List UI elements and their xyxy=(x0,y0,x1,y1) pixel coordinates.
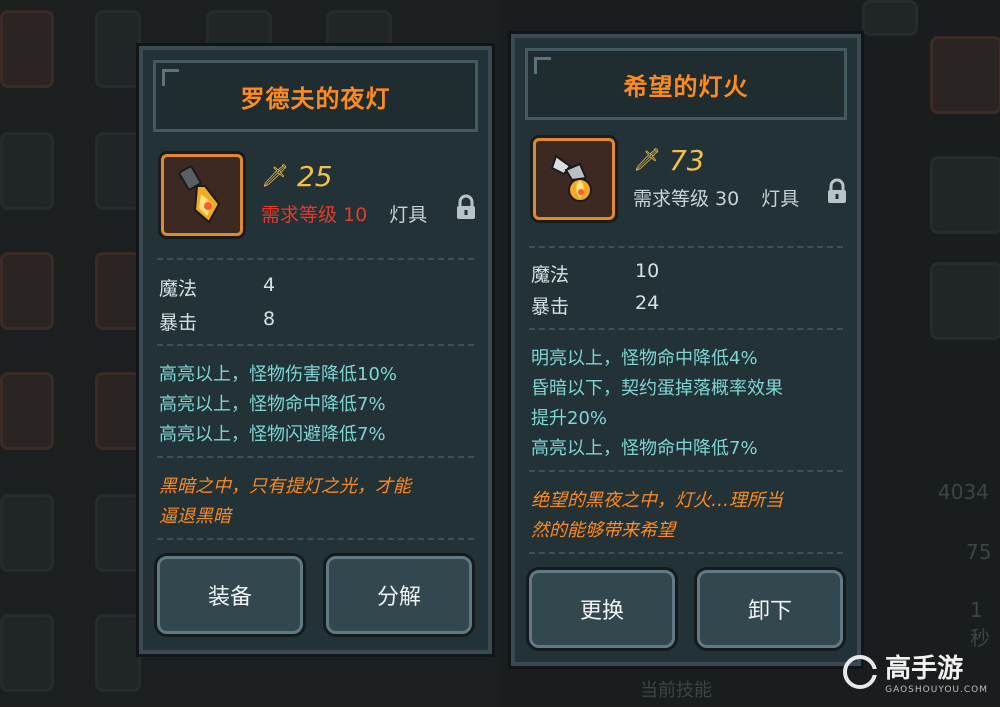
item-title: 希望的灯火 xyxy=(623,72,749,101)
stat-value: 24 xyxy=(635,292,660,314)
background-slot xyxy=(95,132,141,210)
effect-line: 高亮以上，怪物伤害降低10% xyxy=(159,364,398,385)
watermark-name: 高手游 xyxy=(885,654,964,684)
equip-button[interactable]: 装备 xyxy=(157,556,303,634)
attack-value: 25 xyxy=(296,160,333,193)
background-slot xyxy=(0,614,54,692)
sword-icon: 🗡 xyxy=(261,164,289,189)
attack-row: 🗡 25 xyxy=(261,160,333,193)
watermark-logo xyxy=(843,654,878,689)
background-slot xyxy=(930,262,1000,340)
background-label: 当前技能 xyxy=(640,680,712,701)
divider xyxy=(157,344,474,346)
background-slot xyxy=(930,156,1000,234)
replace-button[interactable]: 更换 xyxy=(529,570,675,648)
background-slot xyxy=(0,252,54,330)
stat-row: 暴击 24 xyxy=(531,292,659,319)
background-value: 75 xyxy=(966,540,992,564)
sword-icon: 🗡 xyxy=(633,148,661,173)
item-category: 灯具 xyxy=(761,188,800,210)
effect-line: 高亮以上，怪物命中降低7% xyxy=(531,438,758,459)
background-slot xyxy=(0,132,54,210)
flavor-text: 逼退黑暗 xyxy=(159,506,231,527)
background-slot xyxy=(95,10,141,88)
watermark-url: GAOSHOUYOU.COM xyxy=(885,685,988,695)
panel-header: 罗德夫的夜灯 xyxy=(153,60,478,132)
stat-name: 暴击 xyxy=(159,312,198,334)
background-slot xyxy=(0,372,54,450)
divider xyxy=(529,470,843,472)
hope-lamp-icon xyxy=(550,154,592,202)
background-slot xyxy=(95,614,141,692)
panel-header: 希望的灯火 xyxy=(525,48,847,120)
lock-icon[interactable] xyxy=(456,194,476,220)
stat-name: 魔法 xyxy=(531,264,570,286)
background-slot xyxy=(95,494,141,572)
item-category: 灯具 xyxy=(389,204,428,226)
effect-line: 昏暗以下，契约蛋掉落概率效果 xyxy=(531,378,783,399)
divider xyxy=(529,552,843,554)
watermark-text: 高手游 GAOSHOUYOU.COM xyxy=(885,648,988,695)
divider xyxy=(157,456,474,458)
background-slot xyxy=(0,10,54,88)
divider xyxy=(529,328,843,330)
lock-icon[interactable] xyxy=(827,178,847,204)
divider xyxy=(157,258,474,260)
flavor-text: 然的能够带来希望 xyxy=(531,520,675,541)
stat-row: 暴击 8 xyxy=(159,308,275,335)
flavor-text: 绝望的黑夜之中，灯火…理所当 xyxy=(531,490,783,511)
item-title: 罗德夫的夜灯 xyxy=(240,84,391,113)
effect-line: 高亮以上，怪物命中降低7% xyxy=(159,394,386,415)
background-slot xyxy=(95,372,141,450)
item-icon-slot xyxy=(161,154,243,236)
item-tooltip-right: 希望的灯火 🗡 73 需求等级 30 灯具 魔法 10 暴击 24 明亮以上，怪… xyxy=(511,34,861,666)
background-slot xyxy=(930,36,1000,114)
attack-value: 73 xyxy=(668,144,705,177)
item-icon-slot xyxy=(533,138,615,220)
requirement-row: 需求等级 30 灯具 xyxy=(633,184,799,211)
background-slot xyxy=(0,494,54,572)
required-level: 需求等级 10 xyxy=(261,204,368,226)
stat-value: 10 xyxy=(635,260,660,282)
stat-value: 8 xyxy=(263,308,276,330)
night-lamp-icon xyxy=(178,165,221,224)
divider xyxy=(157,538,474,540)
effect-line: 明亮以上，怪物命中降低4% xyxy=(531,348,758,369)
background-slot xyxy=(862,0,918,36)
effect-line: 高亮以上，怪物闪避降低7% xyxy=(159,424,386,445)
unequip-button[interactable]: 卸下 xyxy=(697,570,843,648)
item-tooltip-left: 罗德夫的夜灯 🗡 25 需求等级 10 灯具 魔法 4 暴击 8 高亮以上，怪物… xyxy=(139,46,492,654)
stat-row: 魔法 10 xyxy=(531,260,659,287)
watermark: 高手游 GAOSHOUYOU.COM xyxy=(843,648,988,695)
background-value: 1秒 xyxy=(970,598,990,650)
stat-name: 暴击 xyxy=(531,296,570,318)
stat-row: 魔法 4 xyxy=(159,274,275,301)
divider xyxy=(529,246,843,248)
stat-value: 4 xyxy=(263,274,276,296)
requirement-row: 需求等级 10 灯具 xyxy=(261,200,427,227)
attack-row: 🗡 73 xyxy=(633,144,705,177)
corner-ornament xyxy=(534,57,551,74)
required-level: 需求等级 30 xyxy=(633,188,740,210)
flavor-text: 黑暗之中，只有提灯之光，才能 xyxy=(159,476,411,497)
background-slot xyxy=(95,252,141,330)
corner-ornament xyxy=(162,69,179,86)
effect-line: 提升20% xyxy=(531,408,608,429)
stat-name: 魔法 xyxy=(159,278,198,300)
background-value: 4034 xyxy=(938,480,989,504)
dismantle-button[interactable]: 分解 xyxy=(326,556,472,634)
